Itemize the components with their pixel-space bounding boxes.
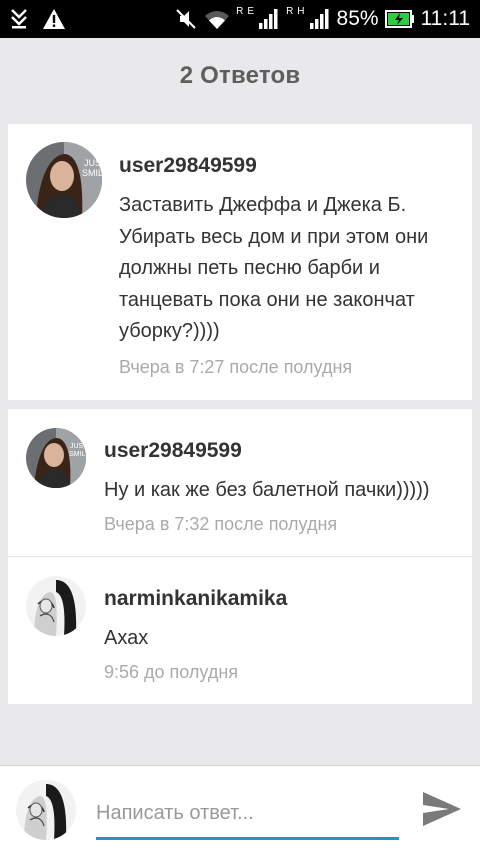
- reply-item: JUST SMILE user29849599 Ну и как же без …: [8, 409, 472, 556]
- comment-username[interactable]: user29849599: [119, 154, 257, 178]
- battery-charging-icon: [384, 10, 415, 28]
- reply-text: Ну и как же без балетной пачки))))): [104, 479, 430, 501]
- wifi-icon: [204, 8, 230, 30]
- reply-username[interactable]: user29849599: [104, 439, 242, 463]
- avatar[interactable]: JUST SMILE: [26, 428, 86, 488]
- send-button[interactable]: [418, 788, 466, 832]
- reply-username[interactable]: narminkanikamika: [104, 587, 287, 611]
- comment-text: Заставить Джеффа и Джека Б. Убирать весь…: [119, 194, 429, 342]
- status-bar-left: [10, 8, 66, 30]
- status-bar-right: R E R H 85% 11:11: [174, 5, 470, 31]
- status-bar: R E R H 85% 11:11: [0, 0, 480, 38]
- header: 2 Ответов: [0, 38, 480, 114]
- signal-icon: [309, 8, 331, 30]
- svg-text:JUST: JUST: [84, 158, 102, 168]
- current-user-avatar[interactable]: [16, 780, 76, 840]
- page-title: 2 Ответов: [179, 62, 301, 89]
- roaming-label-1b: E: [247, 5, 255, 17]
- download-icon: [10, 8, 28, 30]
- svg-text:SMILE: SMILE: [82, 168, 102, 178]
- avatar[interactable]: [26, 576, 86, 636]
- comment-card: JUST SMILE user29849599 Заставить Джеффа…: [8, 124, 472, 400]
- signal-icon: [258, 8, 280, 30]
- roaming-label-2: R: [286, 5, 294, 17]
- svg-text:JUST: JUST: [70, 443, 86, 450]
- avatar[interactable]: JUST SMILE: [26, 142, 102, 218]
- reply-item: narminkanikamika Ахах 9:56 до полудня: [8, 557, 472, 704]
- clock: 11:11: [420, 7, 470, 30]
- comment-timestamp: Вчера в 7:27 после полудня: [119, 357, 353, 377]
- send-icon: [421, 790, 463, 831]
- reply-composer: [0, 765, 480, 854]
- reply-timestamp: Вчера в 7:32 после полудня: [104, 514, 338, 534]
- mute-icon: [174, 7, 198, 31]
- reply-timestamp: 9:56 до полудня: [104, 662, 239, 682]
- roaming-label-1: R: [236, 5, 244, 17]
- roaming-label-2b: H: [297, 5, 305, 17]
- battery-percent: 85%: [336, 7, 379, 30]
- replies-card: JUST SMILE user29849599 Ну и как же без …: [8, 409, 472, 704]
- reply-text: Ахах: [104, 627, 149, 649]
- svg-text:SMILE: SMILE: [69, 451, 86, 458]
- warning-icon: [42, 8, 66, 30]
- reply-input[interactable]: [96, 794, 399, 840]
